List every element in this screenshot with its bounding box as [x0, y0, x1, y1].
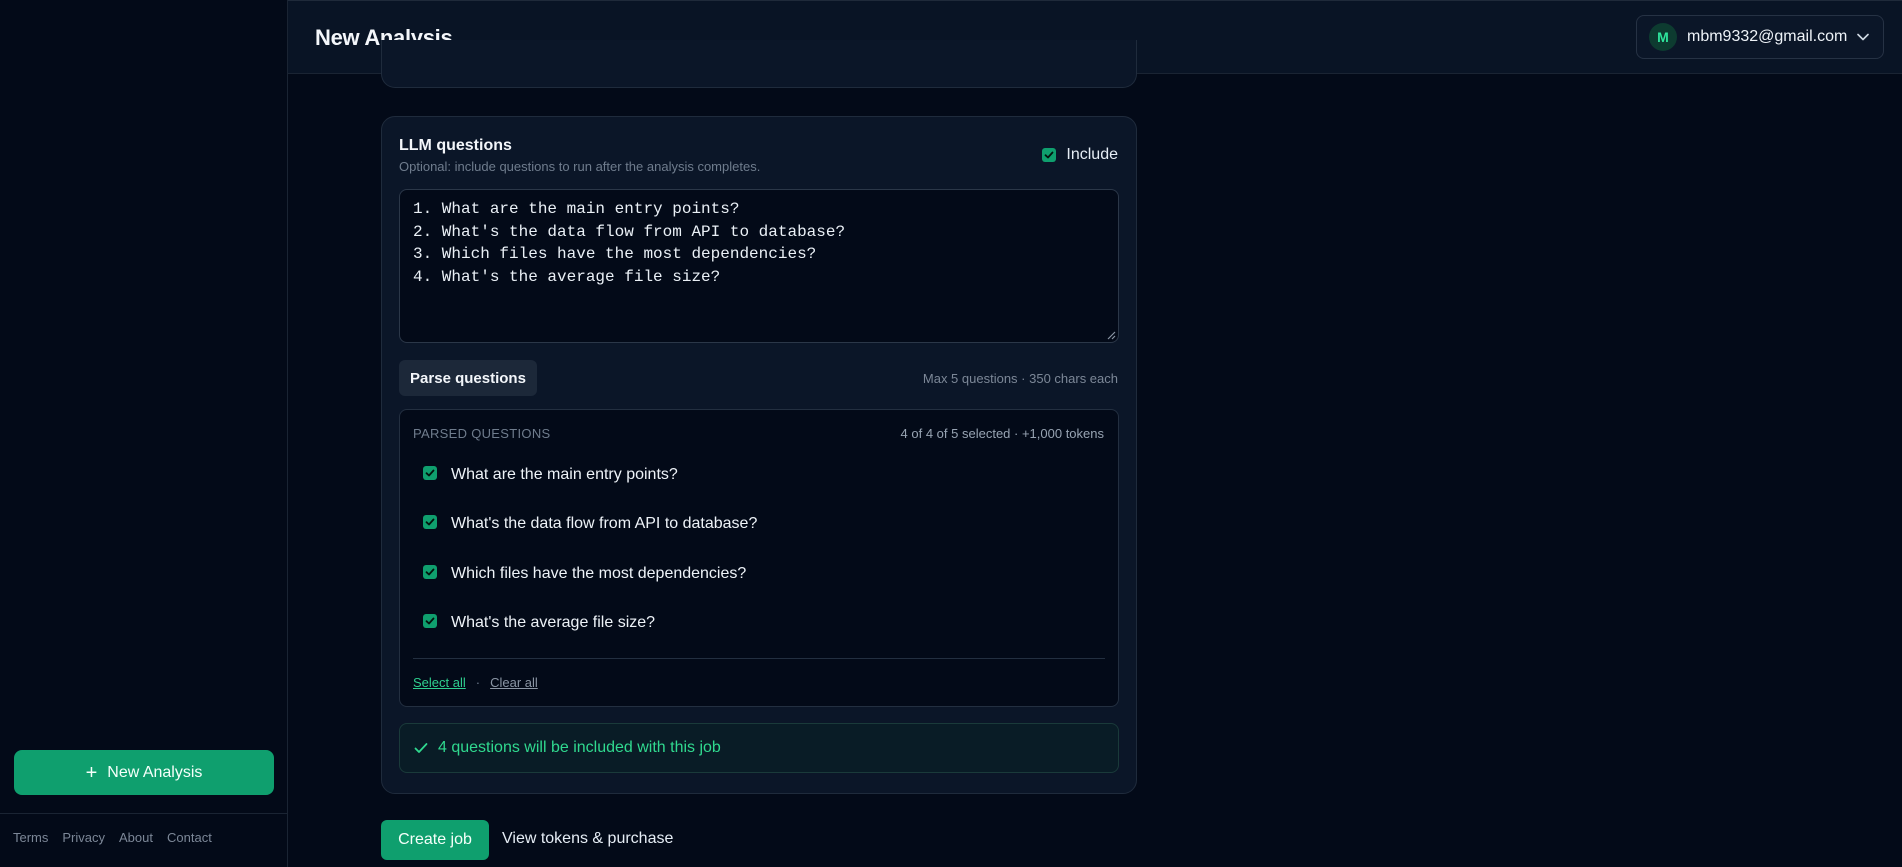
question-text: What are the main entry points? — [451, 466, 678, 483]
chevron-down-icon — [1857, 33, 1869, 41]
footer-link-about[interactable]: About — [119, 830, 153, 845]
textarea-line: 1. What are the main entry points? — [413, 200, 740, 218]
question-checkbox[interactable] — [423, 614, 437, 628]
card-subtitle: Optional: include questions to run after… — [399, 159, 761, 174]
new-analysis-button[interactable]: + New Analysis — [14, 750, 274, 795]
check-icon — [425, 568, 435, 576]
select-all-link[interactable]: Select all — [413, 675, 466, 690]
llm-questions-card: LLM questions Optional: include question… — [381, 116, 1137, 794]
user-menu-button[interactable]: M mbm9332@gmail.com — [1636, 15, 1884, 59]
plus-icon: + — [85, 761, 98, 784]
include-label: Include — [1066, 146, 1118, 163]
question-text: What's the average file size? — [451, 614, 656, 631]
footer-link-terms[interactable]: Terms — [13, 830, 48, 845]
avatar: M — [1649, 23, 1677, 51]
footer-link-privacy[interactable]: Privacy — [62, 830, 105, 845]
questions-textarea[interactable]: 1. What are the main entry points? 2. Wh… — [399, 189, 1119, 343]
parsed-divider — [413, 658, 1105, 659]
include-checkbox[interactable] — [1042, 148, 1057, 162]
footer-links: Terms Privacy About Contact — [13, 830, 212, 845]
parsed-heading: PARSED QUESTIONS — [413, 426, 551, 441]
check-icon — [414, 743, 428, 753]
parsed-actions: Select all · Clear all — [413, 675, 538, 690]
question-checkbox[interactable] — [423, 466, 437, 480]
question-checkbox[interactable] — [423, 515, 437, 529]
textarea-line: 2. What's the data flow from API to data… — [413, 222, 846, 241]
separator-dot: · — [475, 675, 481, 690]
create-job-button[interactable]: Create job — [381, 820, 489, 860]
sidebar-divider — [0, 813, 287, 814]
question-text: What's the data flow from API to databas… — [451, 515, 758, 532]
limits-text: Max 5 questions · 350 chars each — [922, 371, 1118, 386]
view-tokens-link[interactable]: View tokens & purchase — [502, 830, 673, 848]
resize-handle-icon[interactable] — [1106, 330, 1116, 340]
question-checkbox[interactable] — [423, 565, 437, 579]
selected-count: 4 of 4 of 5 selected · +1,000 tokens — [900, 426, 1104, 441]
new-analysis-label: New Analysis — [107, 763, 203, 781]
parsed-question-item[interactable]: Which files have the most dependencies? — [423, 565, 746, 583]
included-banner: 4 questions will be included with this j… — [399, 723, 1119, 773]
parsed-question-item[interactable]: What's the average file size? — [423, 614, 655, 632]
check-icon — [1045, 151, 1054, 159]
textarea-line: 4. What's the average file size? — [413, 267, 721, 286]
parsed-question-item[interactable]: What are the main entry points? — [423, 466, 678, 484]
include-toggle[interactable]: Include — [1042, 146, 1118, 164]
parse-questions-button[interactable]: Parse questions — [399, 360, 537, 396]
banner-text: 4 questions will be included with this j… — [438, 739, 721, 756]
textarea-line: 3. Which files have the most dependencie… — [413, 245, 817, 263]
check-icon — [425, 469, 435, 477]
check-icon — [425, 518, 435, 526]
parsed-questions-panel: PARSED QUESTIONS 4 of 4 of 5 selected · … — [399, 409, 1119, 707]
sidebar: + New Analysis Terms Privacy About Conta… — [0, 0, 288, 867]
check-icon — [425, 617, 435, 625]
clear-all-link[interactable]: Clear all — [490, 675, 538, 690]
footer-link-contact[interactable]: Contact — [167, 830, 212, 845]
card-title: LLM questions — [399, 137, 512, 154]
parsed-question-item[interactable]: What's the data flow from API to databas… — [423, 515, 757, 533]
user-email: mbm9332@gmail.com — [1687, 28, 1848, 45]
question-text: Which files have the most dependencies? — [451, 565, 747, 582]
previous-card-bottom — [381, 40, 1137, 88]
